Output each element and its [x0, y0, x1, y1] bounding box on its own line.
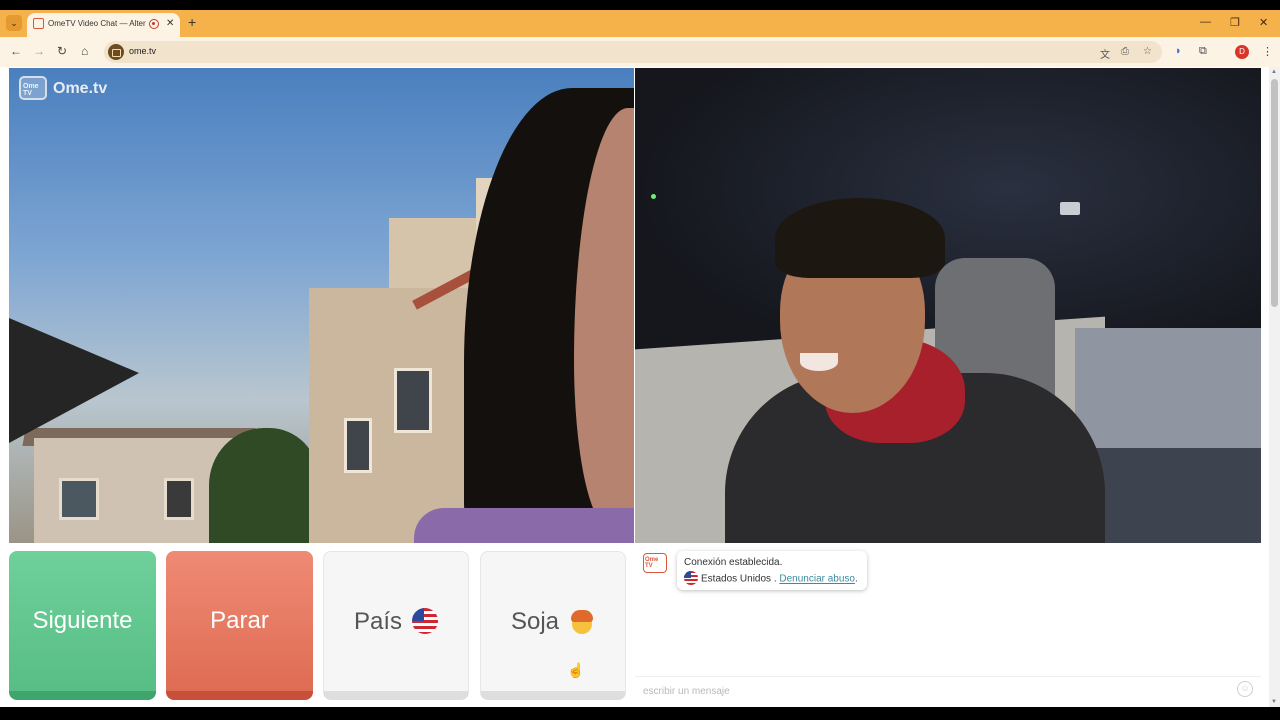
restore-icon[interactable]: ❐ — [1230, 16, 1240, 29]
person-shirt — [414, 508, 634, 543]
scroll-thumb[interactable] — [1271, 79, 1278, 307]
report-abuse-link[interactable]: Denunciar abuso — [779, 574, 855, 585]
site-info-icon[interactable] — [108, 44, 124, 60]
hand-cursor-icon: ☝ — [567, 662, 585, 678]
next-button[interactable]: Siguiente — [9, 551, 156, 700]
browser-toolbar: ← → ↻ ⌂ ome.tv 文 ⎙ ☆ ◗ ⧉ D ⋮ — [0, 37, 1280, 67]
scene-window — [59, 478, 99, 520]
country-button[interactable]: País — [323, 551, 469, 700]
extensions-icon[interactable]: ⧉ — [1199, 45, 1207, 58]
cast-icon[interactable]: ◗ — [1175, 45, 1182, 57]
us-flag-icon — [412, 607, 439, 634]
reload-icon[interactable]: ↻ — [57, 45, 67, 57]
profile-avatar[interactable]: D — [1235, 45, 1249, 59]
scene-awning — [9, 318, 139, 443]
tab-list-button[interactable]: ⌄ — [6, 15, 22, 31]
logo-text: Ome.tv — [53, 80, 108, 97]
back-icon[interactable]: ← — [10, 45, 22, 57]
close-tab-icon[interactable]: ✕ — [166, 18, 174, 29]
page-scrollbar[interactable]: ▲ ▼ — [1269, 67, 1280, 707]
scene-window — [344, 418, 372, 473]
stranger-info: Estados Unidos . Denunciar abuso. — [684, 571, 858, 586]
scene-window — [394, 368, 432, 433]
chat-panel: Ome TV Conexión establecida. Estados Uni… — [635, 545, 1261, 705]
ometv-page: 5265 Ome TV Ome.tv — [0, 67, 1280, 707]
address-bar[interactable]: ome.tv 文 ⎙ ☆ — [104, 41, 1162, 63]
stop-button[interactable]: Parar — [166, 551, 313, 700]
boy-icon — [569, 608, 595, 634]
avatar-text: Ome TV — [645, 557, 659, 569]
gender-button[interactable]: Soja — [480, 551, 626, 700]
scene-led — [651, 194, 656, 199]
scroll-up-icon[interactable]: ▲ — [1271, 69, 1277, 75]
emoji-icon[interactable]: ☺ — [1237, 681, 1253, 697]
install-app-icon[interactable]: ⎙ — [1121, 46, 1129, 57]
new-tab-button[interactable]: + — [188, 15, 196, 29]
screen: ⌄ OmeTV Video Chat — Alter ✕ + — ❐ ✕ ← →… — [0, 0, 1280, 720]
person-mouth — [800, 353, 838, 371]
connection-status: Conexión establecida. — [684, 557, 783, 568]
boy-hair — [571, 609, 594, 622]
minimize-icon[interactable]: — — [1200, 16, 1211, 28]
scene-window — [164, 478, 194, 520]
tab-title: OmeTV Video Chat — Alter — [48, 19, 146, 28]
stranger-country: Estados Unidos . — [701, 573, 777, 585]
scene-bed — [1075, 328, 1261, 458]
system-message: Conexión establecida. Estados Unidos . D… — [677, 551, 867, 590]
message-bar: ☺ — [635, 676, 1261, 703]
recording-icon — [149, 19, 159, 29]
us-flag-icon — [684, 571, 698, 585]
menu-kebab-icon[interactable]: ⋮ — [1262, 45, 1273, 58]
forward-icon[interactable]: → — [33, 45, 45, 57]
scene-tree — [209, 428, 319, 543]
report-suffix: . — [855, 573, 858, 585]
stop-label: Parar — [210, 607, 269, 634]
tv-favicon-icon — [33, 18, 44, 29]
tv-logo-icon: Ome TV — [19, 76, 47, 100]
url-text: ome.tv — [129, 46, 157, 56]
country-label: País — [353, 608, 403, 635]
local-video: 5265 Ome TV Ome.tv — [9, 68, 634, 543]
logo-tv-text: Ome TV — [23, 83, 39, 97]
browser-tab[interactable]: OmeTV Video Chat — Alter ✕ — [27, 13, 180, 37]
bookmark-star-icon[interactable]: ☆ — [1143, 46, 1152, 57]
browser-tab-bar: ⌄ OmeTV Video Chat — Alter ✕ + — ❐ ✕ — [0, 10, 1280, 37]
scene-outlet — [1060, 202, 1080, 215]
message-input[interactable] — [643, 683, 1203, 699]
translate-icon[interactable]: 文 — [1100, 46, 1110, 61]
remote-video — [635, 68, 1261, 543]
person-hair — [775, 198, 945, 278]
home-icon[interactable]: ⌂ — [81, 45, 88, 57]
tv-avatar-icon: Ome TV — [643, 553, 667, 573]
gender-label: Soja — [510, 608, 560, 635]
next-label: Siguiente — [32, 607, 133, 634]
gender-label-row: Soja — [481, 608, 625, 636]
scroll-down-icon[interactable]: ▼ — [1271, 699, 1277, 705]
close-window-icon[interactable]: ✕ — [1259, 16, 1268, 29]
country-label-row: País — [324, 607, 468, 636]
